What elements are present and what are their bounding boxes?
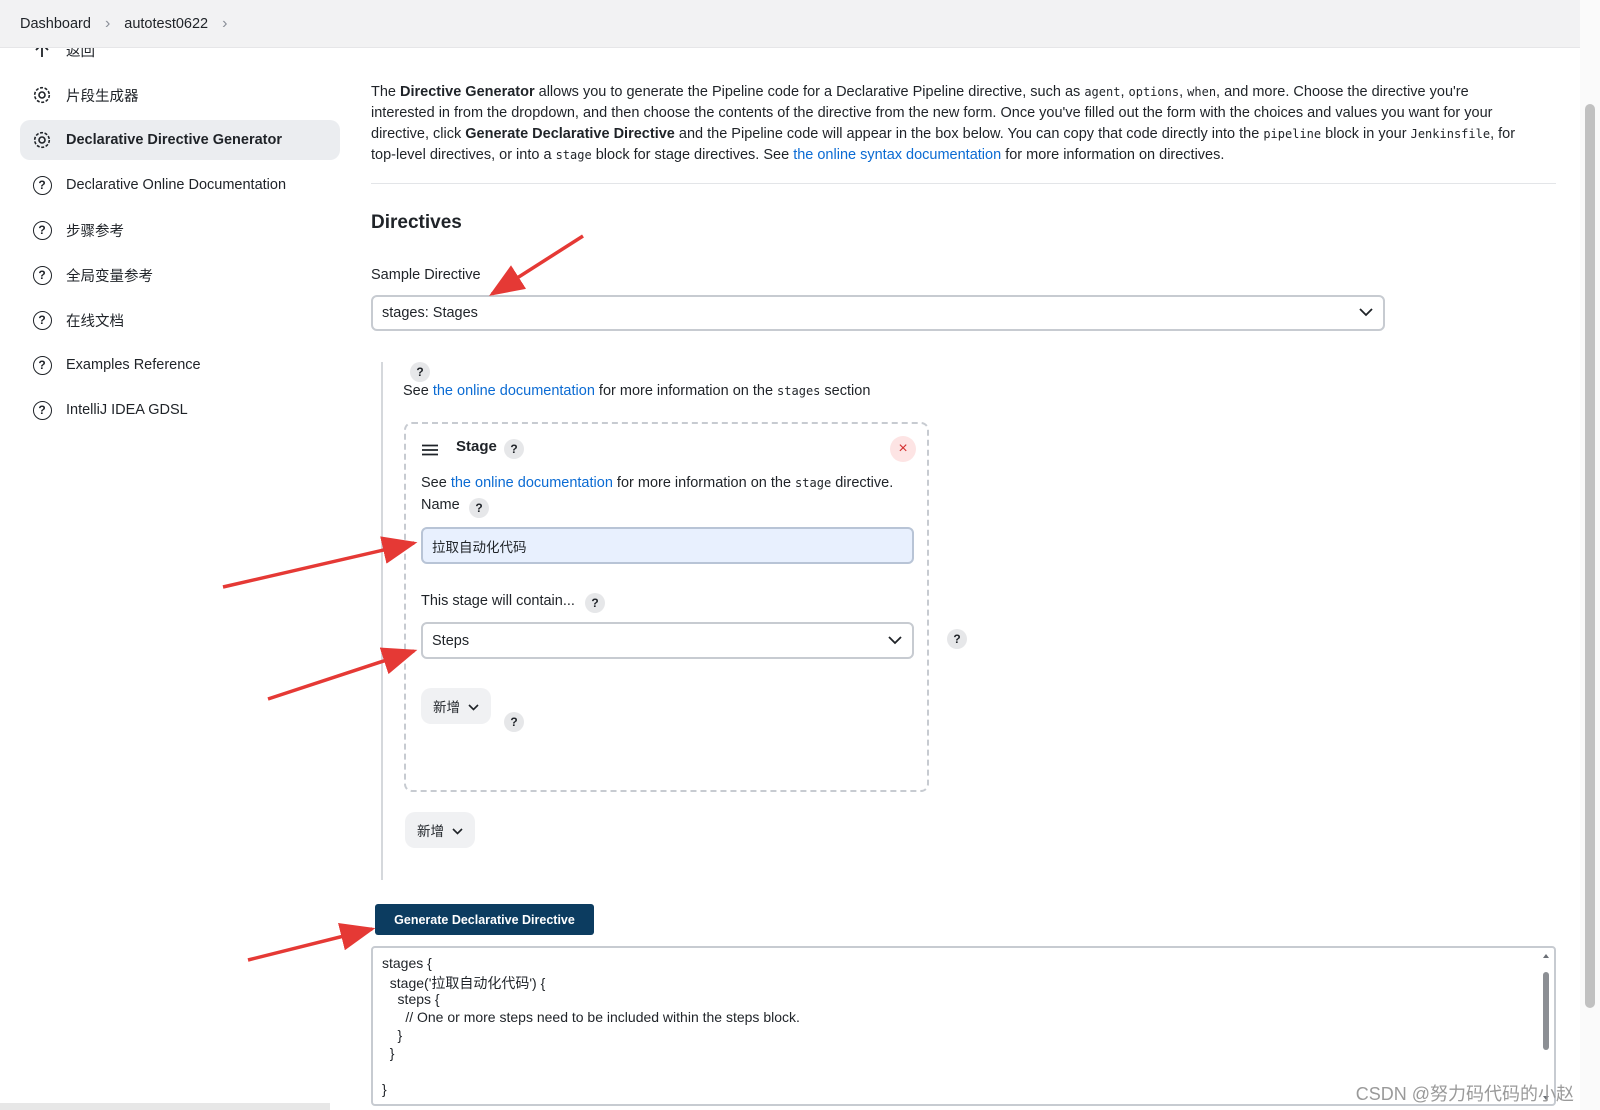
sidebar-item-declarative-online-documentation[interactable]: ? Declarative Online Documentation — [20, 165, 340, 205]
section-divider — [371, 183, 1556, 184]
code-line: // One or more steps need to be included… — [382, 1009, 800, 1025]
overview-description: The Directive Generator allows you to ge… — [371, 84, 1516, 163]
sidebar-item-label: Declarative Directive Generator — [66, 132, 282, 148]
sample-directive-label: Sample Directive — [371, 267, 481, 283]
sidebar-item-online-docs[interactable]: ? 在线文档 — [20, 300, 340, 340]
stage-documentation-link[interactable]: the online documentation — [451, 475, 613, 491]
page-scrollbar-thumb[interactable] — [1585, 104, 1595, 1008]
stages-section-border — [381, 362, 383, 880]
annotation-arrow — [222, 536, 418, 589]
help-circle-icon: ? — [32, 175, 52, 195]
chevron-down-icon — [1359, 305, 1373, 321]
help-circle-icon: ? — [32, 265, 52, 285]
sidebar-item-label: 在线文档 — [66, 313, 124, 330]
sidebar-item-snippet-generator[interactable]: 片段生成器 — [20, 75, 340, 115]
chevron-right-icon[interactable]: › — [222, 15, 227, 33]
gear-icon — [32, 130, 52, 150]
chevron-down-icon — [888, 633, 902, 649]
annotation-arrow — [247, 923, 376, 962]
sidebar: 返回 片段生成器 Declarative Directive Generator… — [20, 30, 340, 435]
watermark: CSDN @努力码代码的小赵 — [1355, 1084, 1574, 1104]
syntax-documentation-link[interactable]: the online syntax documentation — [793, 147, 1001, 163]
sidebar-item-label: Examples Reference — [66, 357, 201, 373]
stage-name-label: Name — [421, 497, 460, 513]
code-line: stage('拉取自动化代码') { — [382, 975, 546, 991]
drag-handle-icon[interactable] — [422, 444, 438, 460]
generate-directive-button[interactable]: Generate Declarative Directive — [375, 904, 594, 935]
sidebar-item-label: 步骤参考 — [66, 223, 124, 240]
sidebar-item-declarative-directive-generator[interactable]: Declarative Directive Generator — [20, 120, 340, 160]
sidebar-item-label: Declarative Online Documentation — [66, 177, 287, 193]
gear-icon — [32, 85, 52, 105]
stage-help-text: See the online documentation for more in… — [421, 475, 894, 491]
stage-name-input[interactable]: 拉取自动化代码 — [421, 527, 914, 564]
sidebar-item-examples-reference[interactable]: ? Examples Reference — [20, 345, 340, 385]
add-step-button[interactable]: 新增 — [421, 688, 491, 724]
steps-help-button[interactable]: ? — [947, 629, 967, 649]
breadcrumb-dashboard[interactable]: Dashboard — [20, 16, 91, 32]
annotation-arrow — [267, 647, 418, 701]
chevron-down-icon — [468, 699, 479, 714]
stage-contain-label: This stage will contain... — [421, 593, 575, 609]
add-step-label: 新增 — [433, 700, 460, 715]
code-line: stages { — [382, 955, 432, 971]
add-stage-button[interactable]: 新增 — [405, 812, 475, 848]
page-scrollbar[interactable] — [1580, 0, 1600, 1110]
stages-documentation-link[interactable]: the online documentation — [433, 383, 595, 399]
add-step-help-button[interactable]: ? — [504, 712, 524, 732]
stages-help-button[interactable]: ? — [410, 362, 430, 382]
name-help-button[interactable]: ? — [469, 498, 489, 518]
breadcrumb: Dashboard › autotest0622 › — [0, 0, 1580, 48]
stage-card: Stage ? × See the online documentation f… — [404, 422, 929, 792]
help-circle-icon: ? — [32, 220, 52, 240]
sidebar-item-label: 全局变量参考 — [66, 268, 153, 285]
stage-contain-select[interactable]: Steps — [421, 622, 914, 659]
sidebar-item-label: IntelliJ IDEA GDSL — [66, 402, 188, 418]
contain-help-button[interactable]: ? — [585, 593, 605, 613]
sidebar-item-global-variables[interactable]: ? 全局变量参考 — [20, 255, 340, 295]
sample-directive-select[interactable]: stages: Stages — [371, 295, 1385, 331]
close-icon[interactable]: × — [890, 436, 916, 462]
sidebar-item-intellij-gdsl[interactable]: ? IntelliJ IDEA GDSL — [20, 390, 340, 430]
directives-heading: Directives — [371, 212, 462, 233]
chevron-right-icon: › — [104, 14, 111, 32]
sample-directive-value: stages: Stages — [382, 305, 478, 321]
stage-name-value: 拉取自动化代码 — [432, 539, 527, 555]
code-line: } — [382, 1027, 403, 1043]
code-line: } — [382, 1081, 387, 1097]
chevron-down-icon — [452, 823, 463, 838]
sidebar-item-steps-reference[interactable]: ? 步骤参考 — [20, 210, 340, 250]
code-line: steps { — [382, 991, 440, 1007]
stage-contain-value: Steps — [432, 632, 470, 649]
help-circle-icon: ? — [32, 400, 52, 420]
stage-help-button[interactable]: ? — [504, 439, 524, 459]
horizontal-scrollbar[interactable] — [0, 1103, 330, 1110]
stages-help-text: See the online documentation for more in… — [403, 383, 871, 399]
help-circle-icon: ? — [32, 355, 52, 375]
breadcrumb-job[interactable]: autotest0622 — [124, 16, 208, 32]
add-stage-label: 新增 — [417, 824, 444, 839]
code-line: } — [382, 1045, 395, 1061]
help-circle-icon: ? — [32, 310, 52, 330]
sidebar-item-label: 片段生成器 — [66, 88, 139, 105]
annotation-arrow — [489, 234, 584, 296]
stage-title: Stage — [456, 438, 497, 455]
